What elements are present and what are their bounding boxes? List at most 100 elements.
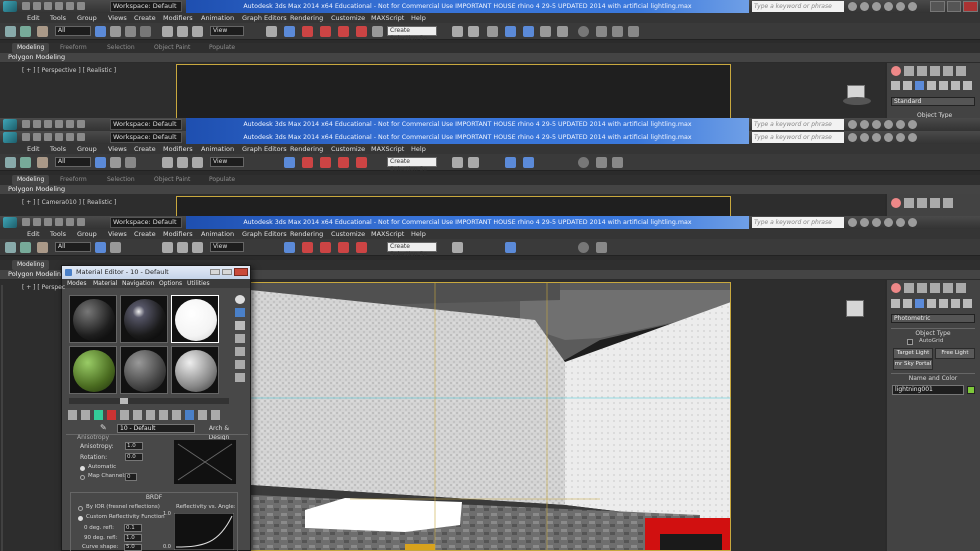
selection-filter[interactable]: All: [55, 157, 91, 167]
bind-space-warp-icon[interactable]: [37, 157, 48, 168]
polygon-modeling-label[interactable]: Polygon Modeling: [8, 270, 65, 279]
menu-modifiers[interactable]: Modifiers: [163, 229, 193, 239]
by-ior-radio[interactable]: [78, 506, 83, 511]
object-name-input[interactable]: lightning001: [892, 385, 964, 395]
scene-explorer-icon[interactable]: [505, 26, 516, 37]
systems-icon[interactable]: [963, 81, 972, 90]
tab-selection[interactable]: Selection: [107, 175, 135, 185]
named-selection-set-dropdown[interactable]: Create Selection Se: [387, 242, 437, 258]
menu-customize[interactable]: Customize: [331, 144, 365, 154]
helpers-icon[interactable]: [939, 81, 948, 90]
viewport-camera[interactable]: [ + ] [ Camera010 ] [ Realistic ]: [0, 194, 885, 216]
anisotropy-spinner[interactable]: 1.0: [125, 442, 143, 450]
rect-selection-icon[interactable]: [125, 157, 136, 168]
menu-create[interactable]: Create: [134, 144, 156, 154]
pivot-icon[interactable]: [266, 26, 277, 37]
bind-space-warp-icon[interactable]: [37, 242, 48, 253]
polygon-modeling-label[interactable]: Polygon Modeling: [8, 185, 65, 194]
menu-customize[interactable]: Customize: [331, 13, 365, 23]
modify-tab-icon[interactable]: [904, 66, 914, 76]
viewcube-icon[interactable]: [843, 83, 871, 105]
select-by-name-icon[interactable]: [110, 242, 121, 253]
undo-icon[interactable]: [5, 242, 16, 253]
render-setup-icon[interactable]: [596, 242, 607, 253]
scene-explorer-icon[interactable]: [505, 242, 516, 253]
tab-freeform[interactable]: Freeform: [60, 175, 87, 185]
menu-graph-editors[interactable]: Graph Editors: [242, 144, 287, 154]
motion-tab-icon[interactable]: [930, 66, 940, 76]
hierarchy-tab-icon[interactable]: [917, 283, 927, 293]
menu-edit[interactable]: Edit: [27, 229, 40, 239]
map-channel-radio[interactable]: [80, 475, 85, 480]
ribbon-toggle-icon[interactable]: [523, 157, 534, 168]
menu-utilities[interactable]: Utilities: [187, 279, 210, 288]
menu-create[interactable]: Create: [134, 13, 156, 23]
render-production-icon[interactable]: [628, 26, 639, 37]
named-selection-set-dropdown[interactable]: Create Selection Se: [387, 26, 437, 42]
rotate-icon[interactable]: [177, 26, 188, 37]
quick-access-toolbar[interactable]: [22, 133, 102, 142]
window-crossing-icon[interactable]: [140, 26, 151, 37]
menu-edit[interactable]: Edit: [27, 144, 40, 154]
tab-populate[interactable]: Populate: [209, 175, 235, 185]
utilities-tab-icon[interactable]: [956, 66, 966, 76]
geometry-icon[interactable]: [891, 81, 900, 90]
scale-icon[interactable]: [192, 157, 203, 168]
app-logo-icon[interactable]: [3, 1, 17, 12]
viewport-label[interactable]: [ + ] [ Perspective ] [ Realistic ]: [22, 67, 116, 74]
menu-maxscript[interactable]: MAXScript: [371, 229, 404, 239]
menu-customize[interactable]: Customize: [331, 229, 365, 239]
mirror-icon[interactable]: [452, 157, 463, 168]
select-manipulate-icon[interactable]: [284, 242, 295, 253]
menu-views[interactable]: Views: [108, 144, 127, 154]
tab-freeform[interactable]: Freeform: [60, 43, 87, 53]
automatic-radio[interactable]: [80, 466, 85, 471]
align-icon[interactable]: [468, 157, 479, 168]
autogrid-checkbox[interactable]: [907, 339, 913, 345]
material-slot-5[interactable]: [120, 346, 168, 394]
menu-help[interactable]: Help: [411, 13, 426, 23]
material-editor-icon[interactable]: [578, 242, 589, 253]
link-icon[interactable]: [20, 157, 31, 168]
tab-object-paint[interactable]: Object Paint: [154, 43, 190, 53]
mirror-icon[interactable]: [452, 242, 463, 253]
viewport-perspective[interactable]: [ + ] [ Perspective ] [ Realistic ]: [0, 63, 885, 118]
menu-maxscript[interactable]: MAXScript: [371, 13, 404, 23]
menu-tools[interactable]: Tools: [50, 13, 66, 23]
menu-group[interactable]: Group: [77, 144, 97, 154]
select-by-name-icon[interactable]: [110, 157, 121, 168]
custom-reflectivity-radio[interactable]: [78, 516, 83, 521]
reference-coordinate-dropdown[interactable]: View: [210, 157, 244, 167]
space-warps-icon[interactable]: [951, 81, 960, 90]
search-input[interactable]: Type a keyword or phrase: [752, 119, 844, 130]
menu-graph-editors[interactable]: Graph Editors: [242, 229, 287, 239]
menu-views[interactable]: Views: [108, 13, 127, 23]
schematic-view-icon[interactable]: [557, 26, 568, 37]
move-icon[interactable]: [162, 242, 173, 253]
angle-snap-icon[interactable]: [320, 242, 331, 253]
display-tab-icon[interactable]: [943, 283, 953, 293]
create-tab-icon[interactable]: [891, 66, 901, 76]
make-preview-icon[interactable]: [235, 360, 245, 369]
material-id-channel-icon[interactable]: [159, 410, 168, 420]
info-center-icons[interactable]: [848, 218, 928, 227]
get-material-icon[interactable]: [68, 410, 77, 420]
options-icon[interactable]: [235, 373, 245, 382]
render-setup-icon[interactable]: [596, 157, 607, 168]
tab-selection[interactable]: Selection: [107, 43, 135, 53]
info-center-icons[interactable]: [848, 2, 928, 11]
mr-sky-portal-button[interactable]: mr Sky Portal: [893, 359, 933, 370]
render-frame-window-icon[interactable]: [612, 157, 623, 168]
selection-filter[interactable]: All: [55, 26, 91, 36]
scale-icon[interactable]: [192, 242, 203, 253]
rotate-icon[interactable]: [177, 242, 188, 253]
material-name-input[interactable]: 10 - Default: [117, 424, 195, 433]
align-icon[interactable]: [468, 26, 479, 37]
workspace-dropdown[interactable]: Workspace: Default: [110, 1, 182, 12]
hierarchy-tab-icon[interactable]: [917, 66, 927, 76]
free-light-button[interactable]: Free Light: [935, 348, 975, 359]
ribbon-toggle-icon[interactable]: [523, 26, 534, 37]
menu-rendering[interactable]: Rendering: [290, 144, 323, 154]
quick-access-toolbar[interactable]: [22, 2, 102, 11]
spinner-snap-icon[interactable]: [356, 157, 367, 168]
